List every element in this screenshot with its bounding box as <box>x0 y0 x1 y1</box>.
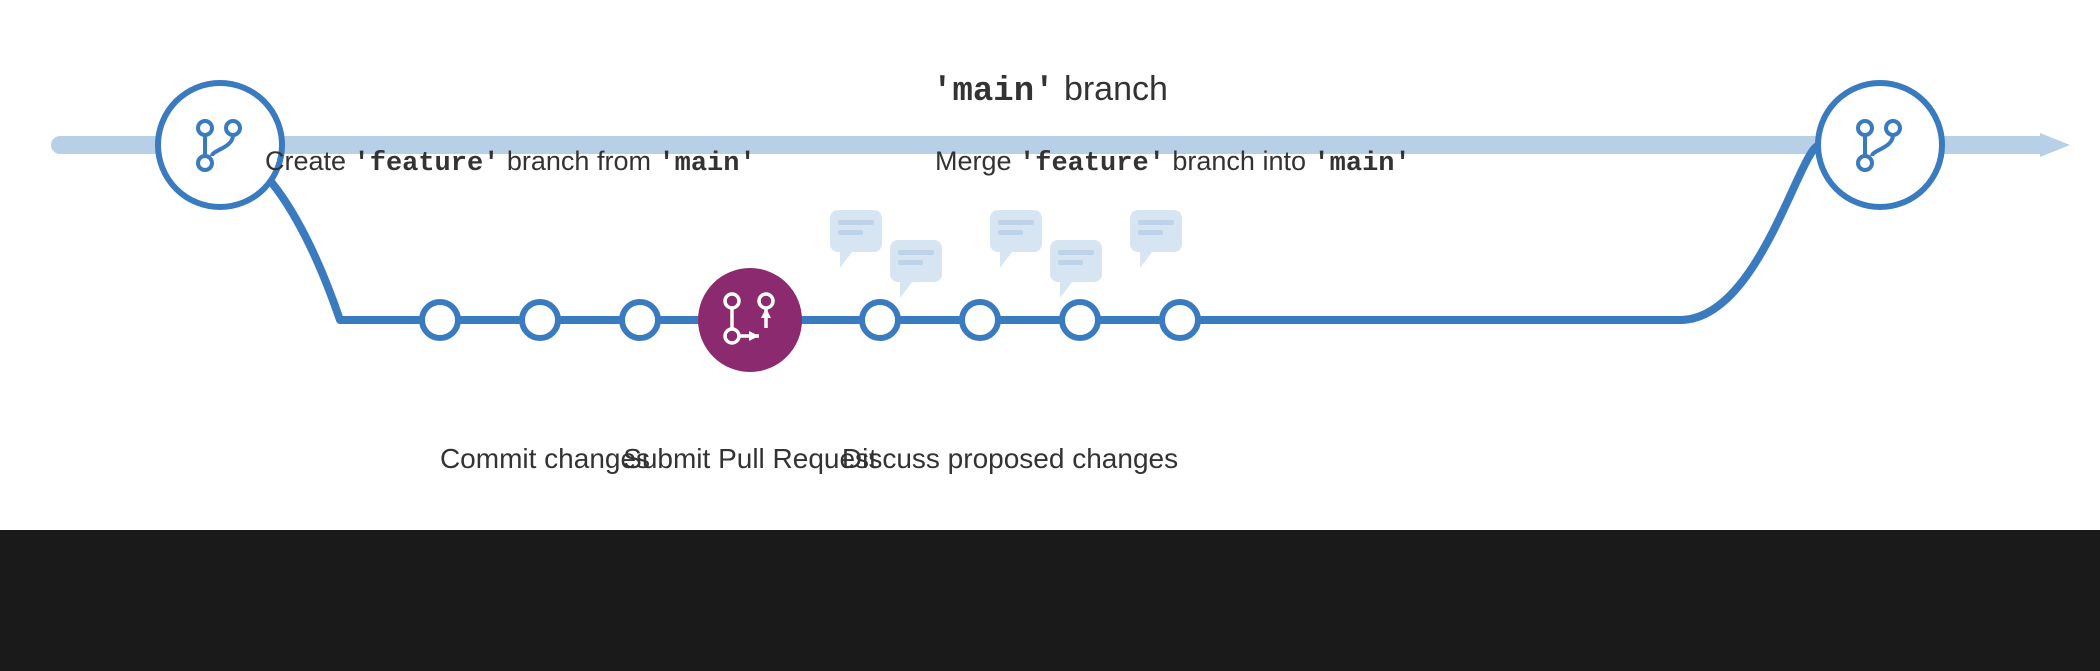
black-bar <box>0 530 2100 671</box>
svg-text:Discuss proposed changes: Discuss proposed changes <box>842 443 1178 474</box>
svg-text:Merge 'feature': Merge 'feature' branch into 'main' <box>935 146 1411 179</box>
svg-text:Create 'feature': Create 'feature' branch from 'main' <box>265 146 756 179</box>
svg-text:Submit Pull Request: Submit Pull Request <box>623 443 877 474</box>
svg-text:'main' branch: 'main' branch <box>932 70 1168 111</box>
diagram-area: 'main' branch Create 'feature' branch fr… <box>0 0 2100 530</box>
svg-text:Commit changes: Commit changes <box>440 443 650 474</box>
